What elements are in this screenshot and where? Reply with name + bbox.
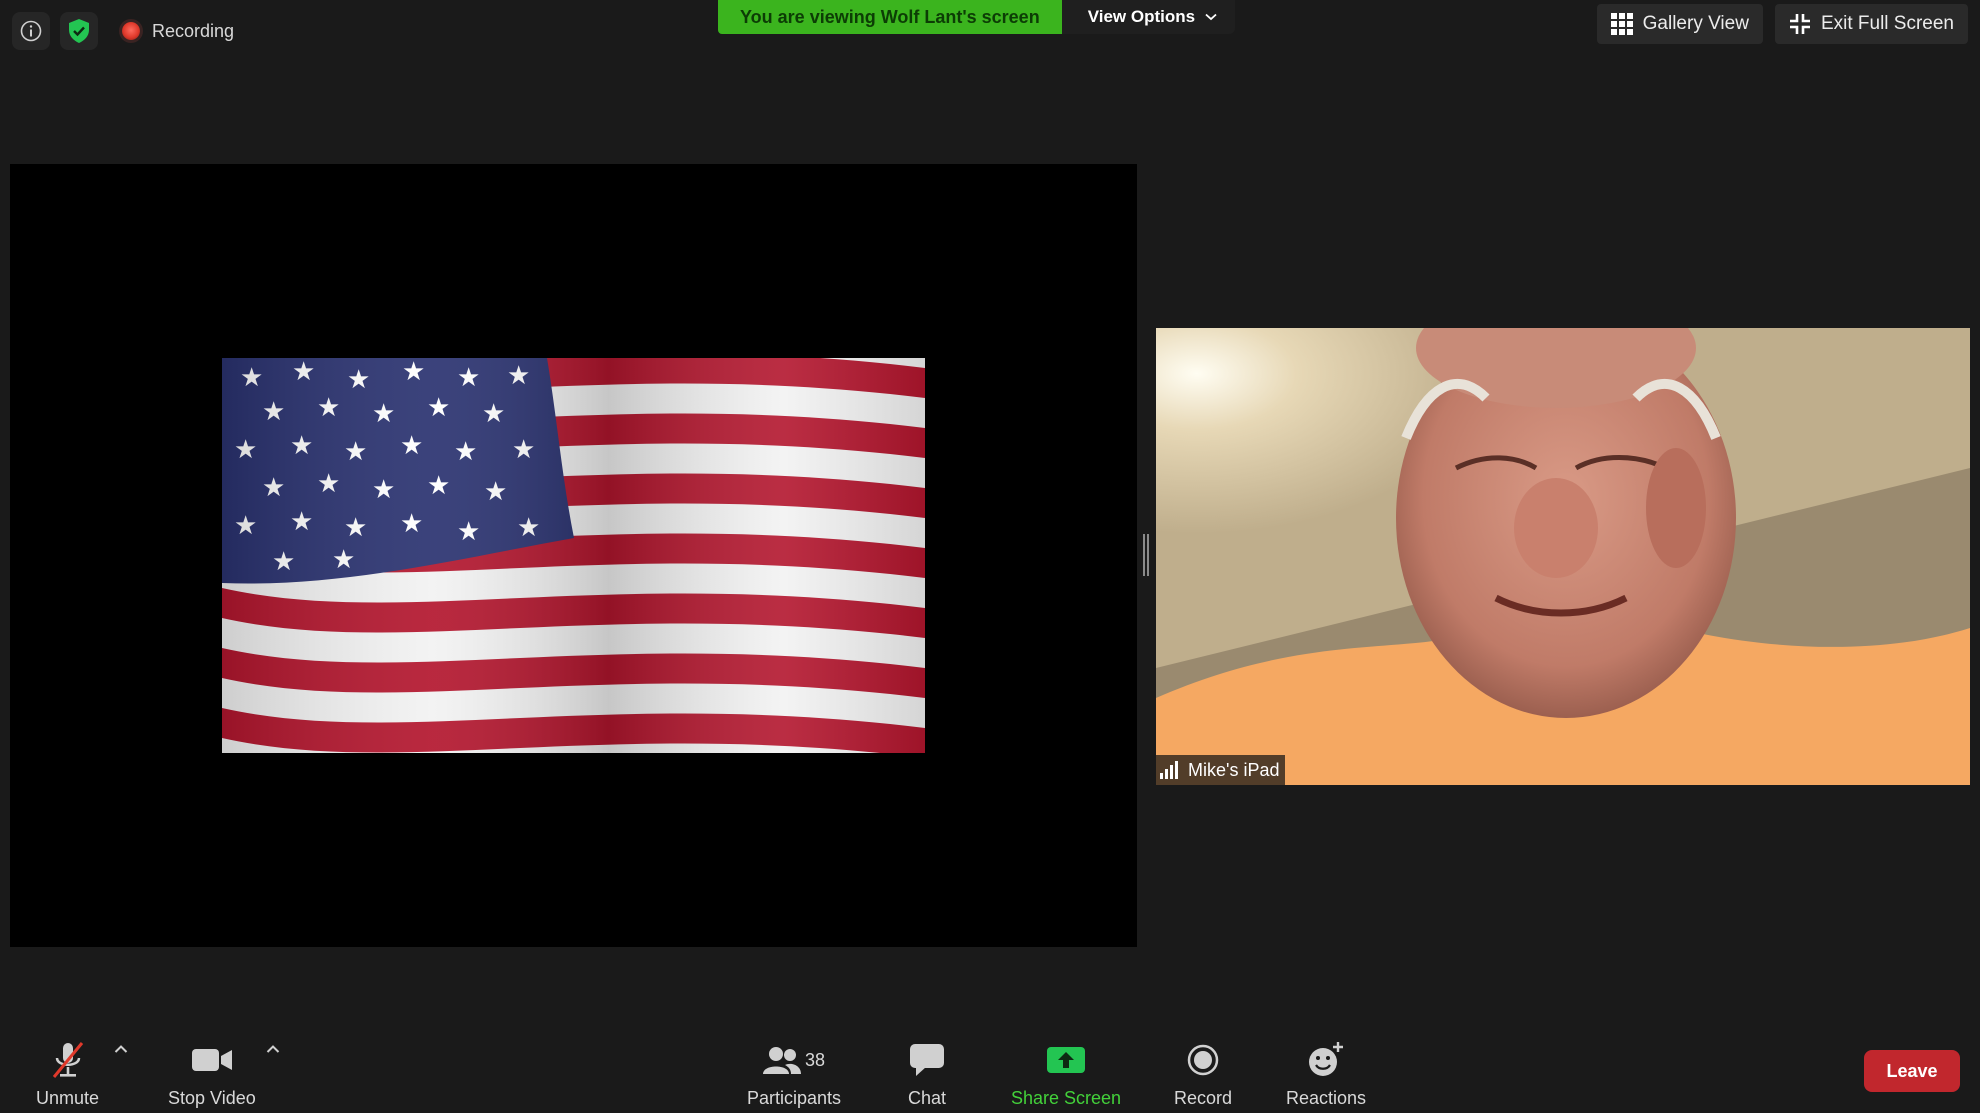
recording-dot-icon [122, 22, 140, 40]
record-label: Record [1174, 1088, 1233, 1108]
split-view-divider-handle[interactable] [1143, 534, 1149, 576]
stop-video-label: Stop Video [168, 1088, 256, 1108]
record-button[interactable]: Record [1174, 1040, 1232, 1109]
unmute-label: Unmute [36, 1088, 100, 1108]
meeting-info-button[interactable] [12, 12, 50, 50]
participant-name: Mike's iPad [1188, 759, 1280, 780]
chat-bubble-icon [910, 1044, 945, 1076]
reactions-button[interactable]: Reactions [1286, 1040, 1366, 1109]
top-left-controls: Recording [12, 12, 234, 50]
leave-button[interactable]: Leave [1864, 1050, 1960, 1092]
chat-button[interactable]: Chat [908, 1040, 946, 1109]
record-icon [1187, 1044, 1219, 1076]
participants-label: Participants [747, 1088, 842, 1108]
shared-screen-area: ★★★★★★ ★★★★★ ★★★★★★ ★★★★★ ★★★★★★ ★★ [10, 164, 1137, 947]
gallery-view-button[interactable]: Gallery View [1596, 4, 1763, 44]
exit-fullscreen-icon [1789, 14, 1810, 34]
emoji-add-icon [1309, 1042, 1344, 1076]
unmute-button[interactable]: Unmute [36, 1040, 99, 1109]
share-screen-arrow-icon [1047, 1047, 1086, 1073]
participant-name-tag: Mike's iPad [1156, 755, 1286, 785]
viewing-banner-text: You are viewing Wolf Lant's screen [718, 0, 1062, 34]
zoom-meeting-window: Recording You are viewing Wolf Lant's sc… [0, 0, 1980, 1113]
microphone-muted-icon [52, 1042, 83, 1078]
participants-button[interactable]: 38 Participants [747, 1040, 841, 1109]
chat-label: Chat [908, 1088, 947, 1108]
shield-check-icon [69, 19, 89, 43]
participant-video-image [1156, 328, 1970, 785]
chevron-down-icon [1205, 13, 1217, 21]
top-right-controls: Gallery View Exit Full Screen [1596, 4, 1968, 44]
recording-indicator[interactable]: Recording [122, 21, 234, 42]
video-options-chevron-up-icon[interactable] [266, 1044, 280, 1054]
participant-video-tile[interactable]: Mike's iPad [1156, 328, 1970, 785]
exit-full-screen-label: Exit Full Screen [1820, 13, 1954, 34]
stop-video-button[interactable]: Stop Video [168, 1040, 256, 1109]
audio-options-chevron-up-icon[interactable] [114, 1044, 128, 1054]
security-button[interactable] [60, 12, 98, 50]
reactions-label: Reactions [1286, 1088, 1367, 1108]
signal-bars-icon [1160, 761, 1178, 779]
exit-full-screen-button[interactable]: Exit Full Screen [1774, 4, 1968, 44]
gallery-view-label: Gallery View [1642, 13, 1749, 34]
info-icon [20, 20, 42, 42]
recording-label: Recording [152, 20, 235, 41]
grid-icon [1610, 13, 1633, 35]
american-flag-image: ★★★★★★ ★★★★★ ★★★★★★ ★★★★★ ★★★★★★ ★★ [222, 358, 925, 753]
share-screen-button[interactable]: Share Screen [1011, 1040, 1121, 1109]
participants-count: 38 [805, 1049, 826, 1070]
view-options-label: View Options [1087, 7, 1196, 26]
people-icon [763, 1047, 801, 1074]
view-options-button[interactable]: View Options [1061, 0, 1236, 34]
share-screen-label: Share Screen [1011, 1088, 1122, 1108]
screen-share-banner: You are viewing Wolf Lant's screen View … [718, 0, 1236, 34]
meeting-toolbar: Unmute Stop Video 38 Participants Chat S… [0, 1022, 1980, 1113]
video-camera-icon [191, 1049, 232, 1071]
